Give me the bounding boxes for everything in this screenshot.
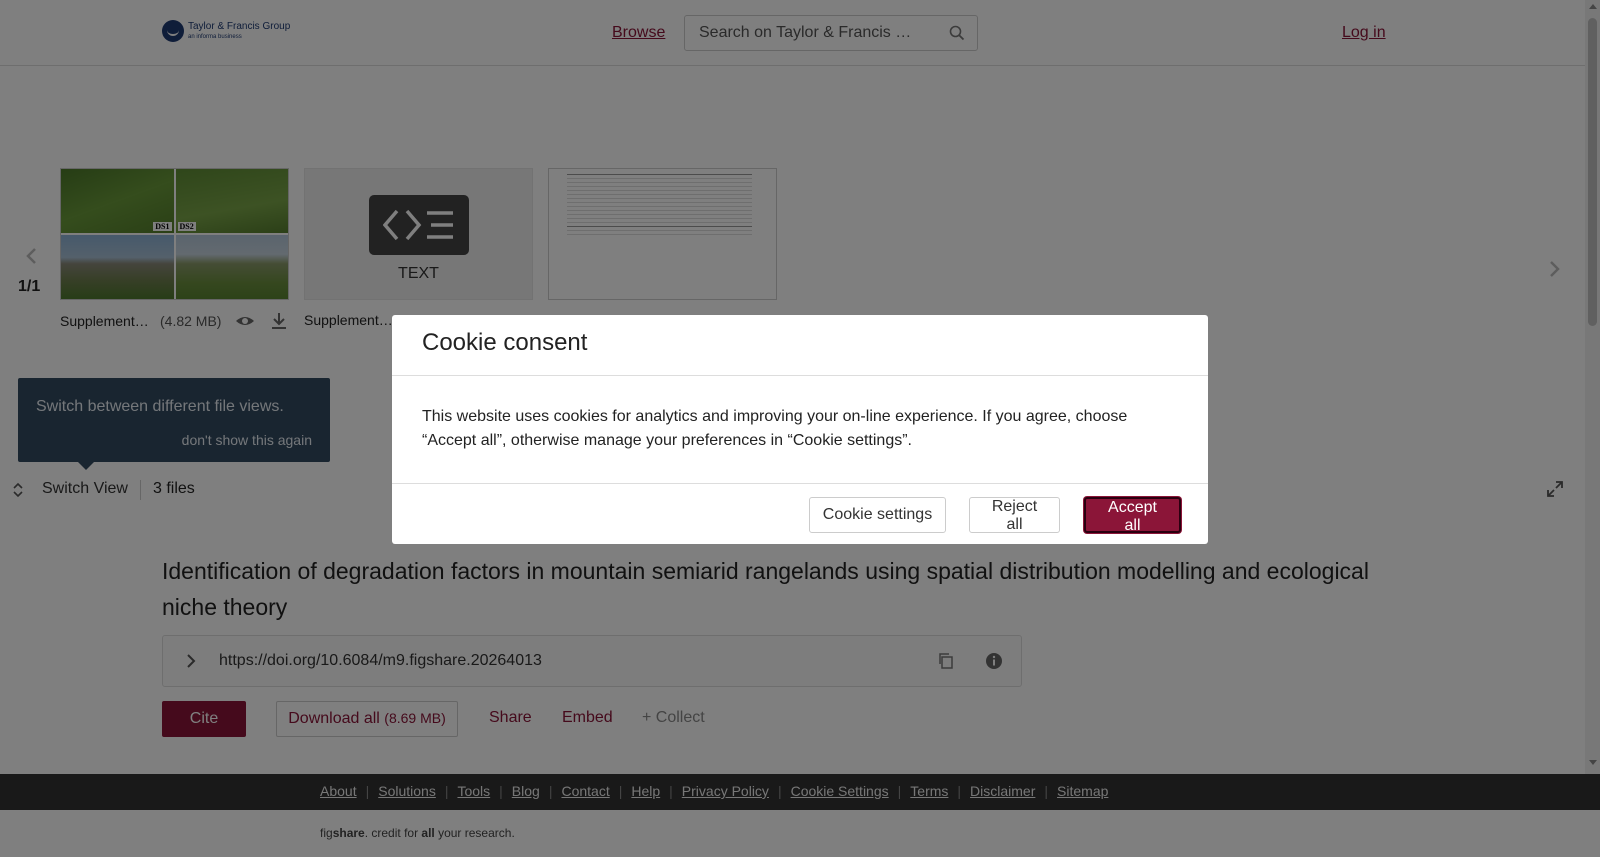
cookie-consent-dialog: Cookie consent This website uses cookies… xyxy=(392,315,1208,544)
modal-backdrop: Cookie consent This website uses cookies… xyxy=(0,0,1600,857)
cookie-settings-button[interactable]: Cookie settings xyxy=(809,497,946,533)
cookie-dialog-title: Cookie consent xyxy=(422,329,588,356)
accept-all-button[interactable]: Accept all xyxy=(1084,497,1181,534)
cookie-dialog-body: This website uses cookies for analytics … xyxy=(422,408,1128,449)
reject-all-button[interactable]: Reject all xyxy=(969,497,1060,533)
